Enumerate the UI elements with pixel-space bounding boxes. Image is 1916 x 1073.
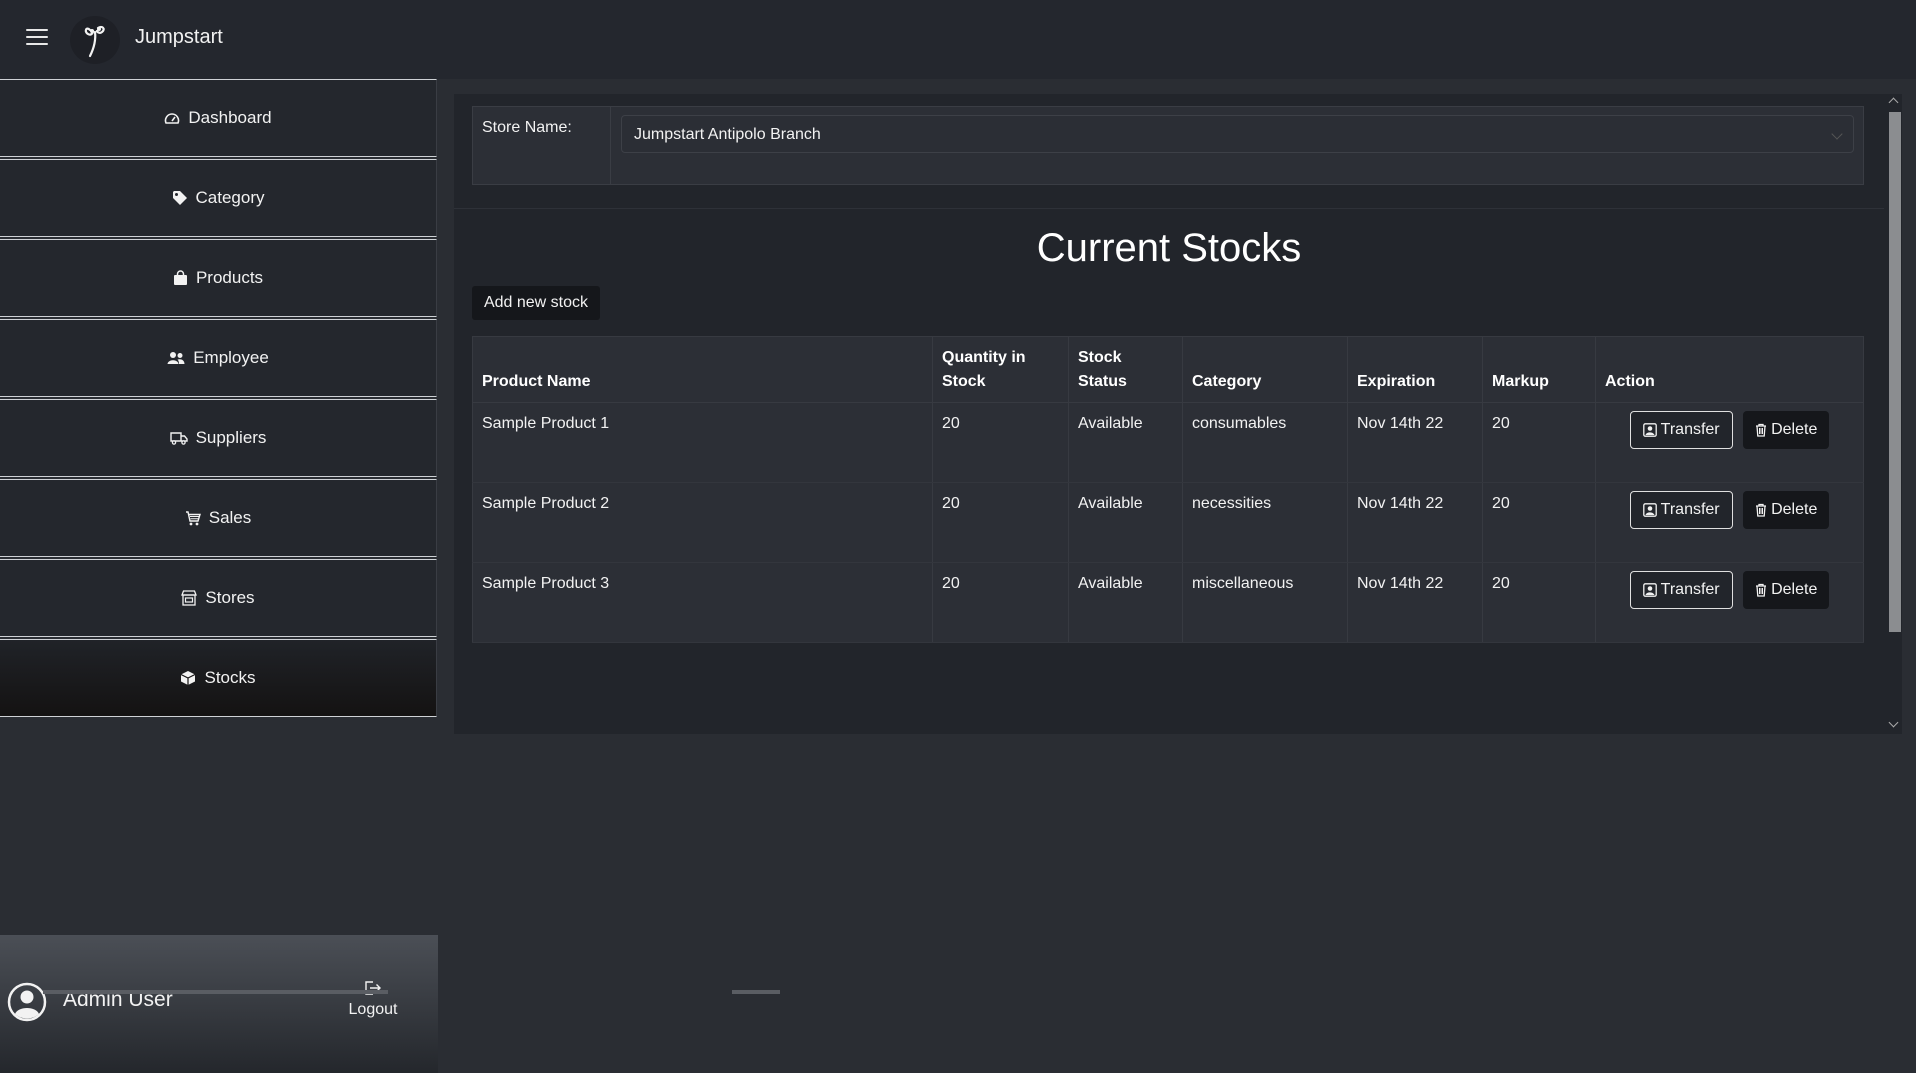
cell-markup: 20 <box>1482 402 1596 483</box>
main-scrollbar[interactable] <box>1886 94 1902 734</box>
user-avatar-icon <box>7 982 47 1022</box>
trash-icon <box>1756 583 1767 597</box>
tag-icon <box>172 191 187 205</box>
delete-button[interactable]: Delete <box>1743 411 1830 449</box>
transfer-label: Transfer <box>1660 421 1720 438</box>
sidebar-item-employee[interactable]: Employee <box>0 319 437 397</box>
sidebar-item-label: Stores <box>205 588 255 607</box>
box-icon <box>181 671 196 685</box>
transfer-button[interactable]: Transfer <box>1629 491 1733 529</box>
delete-label: Delete <box>1771 581 1818 598</box>
table-header-row: Product Name Quantity in Stock Stock Sta… <box>472 336 1864 403</box>
person-badge-icon <box>1642 583 1657 597</box>
shopping-bag-icon <box>173 270 187 285</box>
cell-category: miscellaneous <box>1182 562 1348 643</box>
column-header-expiration: Expiration <box>1347 336 1483 403</box>
cell-actions: Transfer Delete <box>1595 402 1864 483</box>
transfer-button[interactable]: Transfer <box>1629 571 1733 609</box>
trash-icon <box>1756 503 1767 517</box>
store-select[interactable]: Jumpstart Antipolo Branch <box>621 115 1854 153</box>
sidebar-item-stocks[interactable]: Stocks <box>0 639 437 717</box>
trash-icon <box>1756 423 1767 437</box>
scroll-up-icon[interactable] <box>1888 97 1899 108</box>
top-bar: Jumpstart <box>0 0 1916 79</box>
delete-button[interactable]: Delete <box>1743 491 1830 529</box>
store-name-label: Store Name: <box>473 107 611 184</box>
cell-category: necessities <box>1182 482 1348 563</box>
cell-product-name: Sample Product 2 <box>472 482 933 563</box>
store-selector-panel: Store Name: Jumpstart Antipolo Branch <box>472 106 1864 185</box>
cell-actions: Transfer Delete <box>1595 562 1864 643</box>
logout-label: Logout <box>348 1001 398 1018</box>
table-row: Sample Product 1 20 Available consumable… <box>472 402 1864 483</box>
cell-category: consumables <box>1182 402 1348 483</box>
column-header-product-name: Product Name <box>472 336 933 403</box>
brand-name: Jumpstart <box>135 26 223 48</box>
hamburger-menu-icon[interactable] <box>26 29 48 49</box>
cell-expiration: Nov 14th 22 <box>1347 402 1483 483</box>
add-new-stock-button[interactable]: Add new stock <box>472 286 600 320</box>
column-header-markup: Markup <box>1482 336 1596 403</box>
table-row: Sample Product 3 20 Available miscellane… <box>472 562 1864 643</box>
dashboard-gauge-icon <box>165 113 180 124</box>
sidebar-horizontal-scrollbar[interactable] <box>43 990 388 994</box>
delete-label: Delete <box>1771 501 1818 518</box>
cell-product-name: Sample Product 1 <box>472 402 933 483</box>
store-select-value: Jumpstart Antipolo Branch <box>634 126 821 143</box>
cart-icon <box>185 510 201 525</box>
column-header-quantity: Quantity in Stock <box>932 336 1069 403</box>
logout-button[interactable]: Logout <box>340 981 406 1019</box>
cell-stock-status: Available <box>1068 562 1183 643</box>
cell-markup: 20 <box>1482 482 1596 563</box>
delete-label: Delete <box>1771 421 1818 438</box>
sidebar-item-products[interactable]: Products <box>0 239 437 317</box>
sidebar-item-label: Category <box>195 188 265 207</box>
person-badge-icon <box>1642 423 1657 437</box>
cell-expiration: Nov 14th 22 <box>1347 562 1483 643</box>
scroll-down-icon[interactable] <box>1888 717 1899 728</box>
cell-quantity: 20 <box>932 482 1069 563</box>
shop-icon <box>181 590 198 606</box>
transfer-label: Transfer <box>1660 581 1720 598</box>
cell-stock-status: Available <box>1068 402 1183 483</box>
column-header-stock-status: Stock Status <box>1068 336 1183 403</box>
sidebar-item-label: Dashboard <box>188 108 272 127</box>
person-badge-icon <box>1642 503 1657 517</box>
cell-stock-status: Available <box>1068 482 1183 563</box>
page-horizontal-scrollbar[interactable] <box>732 990 780 994</box>
sidebar-item-category[interactable]: Category <box>0 159 437 237</box>
chevron-down-icon <box>1831 128 1843 140</box>
sidebar-item-label: Stocks <box>204 668 256 687</box>
cell-actions: Transfer Delete <box>1595 482 1864 563</box>
truck-icon <box>169 432 188 445</box>
sidebar-item-sales[interactable]: Sales <box>0 479 437 557</box>
sidebar: Dashboard Category Products Employee Sup… <box>0 79 438 1073</box>
sidebar-item-label: Products <box>195 268 264 287</box>
cell-quantity: 20 <box>932 402 1069 483</box>
sidebar-item-stores[interactable]: Stores <box>0 559 437 637</box>
transfer-label: Transfer <box>1660 501 1720 518</box>
scrollbar-thumb[interactable] <box>1889 112 1901 632</box>
sidebar-item-suppliers[interactable]: Suppliers <box>0 399 437 477</box>
sidebar-item-label: Employee <box>193 348 269 367</box>
user-panel: Admin User Logout <box>0 935 438 1073</box>
divider <box>454 208 1884 209</box>
page-title: Current Stocks <box>1036 226 1302 270</box>
table-row: Sample Product 2 20 Available necessitie… <box>472 482 1864 563</box>
cell-expiration: Nov 14th 22 <box>1347 482 1483 563</box>
column-header-category: Category <box>1182 336 1348 403</box>
delete-button[interactable]: Delete <box>1743 571 1830 609</box>
sidebar-item-label: Suppliers <box>195 428 267 447</box>
brand-logo <box>70 16 120 64</box>
main-content: Store Name: Jumpstart Antipolo Branch Cu… <box>454 94 1902 734</box>
cell-quantity: 20 <box>932 562 1069 643</box>
cell-markup: 20 <box>1482 562 1596 643</box>
people-icon <box>167 352 185 364</box>
sidebar-item-dashboard[interactable]: Dashboard <box>0 79 437 157</box>
stocks-table: Product Name Quantity in Stock Stock Sta… <box>472 336 1864 643</box>
transfer-button[interactable]: Transfer <box>1629 411 1733 449</box>
column-header-action: Action <box>1595 336 1864 403</box>
cell-product-name: Sample Product 3 <box>472 562 933 643</box>
sidebar-item-label: Sales <box>208 508 252 527</box>
